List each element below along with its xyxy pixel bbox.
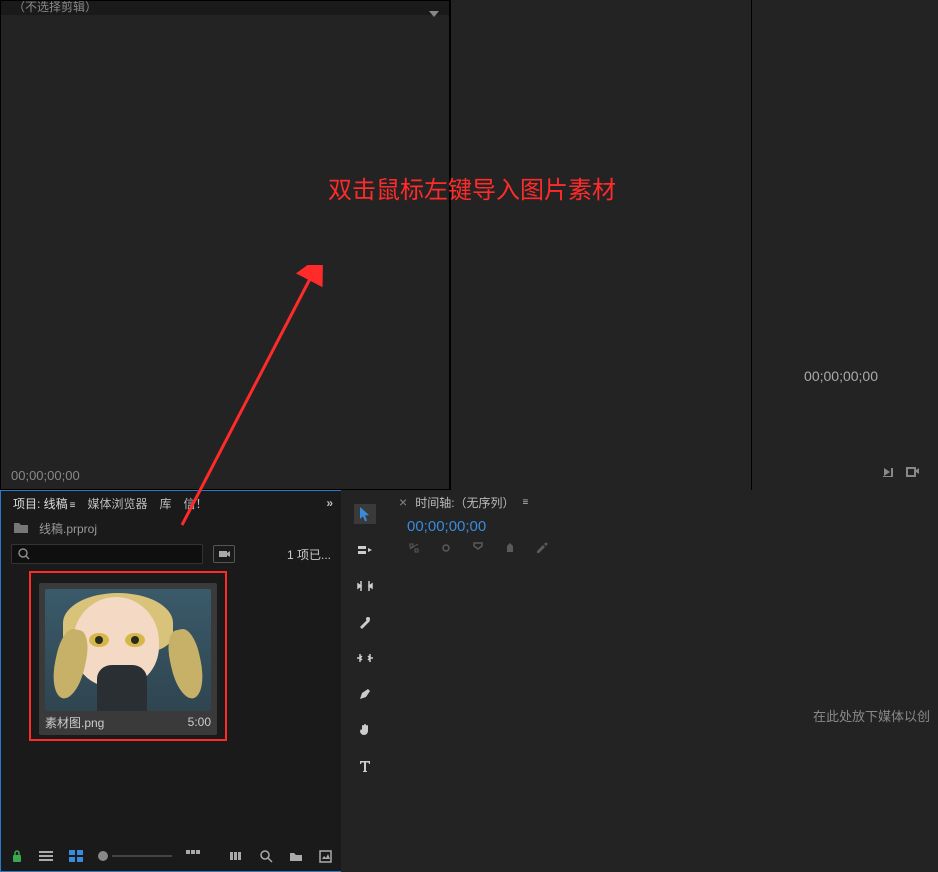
new-item-button[interactable] <box>318 847 334 865</box>
timeline-timecode[interactable]: 00;00;00;00 <box>389 518 938 535</box>
annotation-instruction-text: 双击鼠标左键导入图片素材 <box>328 170 616 205</box>
project-file-icon <box>13 520 29 537</box>
timeline-toolbar <box>389 535 938 558</box>
lock-icon[interactable] <box>9 847 25 865</box>
project-clip-duration: 5:00 <box>188 715 211 729</box>
program-monitor-timecode: 00;00;00;00 <box>804 368 878 384</box>
hand-tool[interactable] <box>354 720 376 740</box>
project-clip-thumbnail[interactable] <box>45 589 211 711</box>
project-filter-bin-button[interactable] <box>213 545 235 563</box>
tab-info[interactable]: 信！ <box>180 493 212 514</box>
selection-tool[interactable] <box>354 504 376 524</box>
timeline-drop-hint[interactable]: 在此处放下媒体以创 <box>389 558 938 872</box>
add-marker-icon[interactable] <box>471 541 485 558</box>
track-select-tool[interactable] <box>354 540 376 560</box>
search-icon <box>18 548 30 560</box>
tool-palette <box>341 490 389 872</box>
program-monitor-panel: 00;00;00;00 <box>450 0 938 490</box>
razor-tool[interactable] <box>354 612 376 632</box>
export-frame-icon[interactable] <box>904 465 920 482</box>
project-tab-bar: 项目: 线稿≡ 媒体浏览器 库 信！ » <box>1 491 341 515</box>
type-tool[interactable] <box>354 756 376 776</box>
project-clip-name: 素材图.png <box>45 714 104 731</box>
project-search-input[interactable] <box>34 547 196 561</box>
new-bin-button[interactable] <box>288 847 304 865</box>
source-monitor-view[interactable] <box>1 15 449 461</box>
project-tabs-overflow[interactable]: » <box>326 496 333 510</box>
timeline-settings-icon[interactable] <box>535 541 549 558</box>
timeline-panel: × 时间轴:（无序列） ≡ 00;00;00;00 在此处放下媒体以创 <box>389 490 938 872</box>
timeline-close-button[interactable]: × <box>399 494 407 510</box>
list-view-button[interactable] <box>39 847 55 865</box>
source-monitor-panel: （不选择剪辑） 00;00;00;00 <box>0 0 450 490</box>
pen-tool[interactable] <box>354 684 376 704</box>
timeline-title: 时间轴:（无序列） <box>415 494 514 511</box>
find-button[interactable] <box>259 847 275 865</box>
project-item-count: 1 项已... <box>287 546 331 563</box>
project-zoom-slider[interactable] <box>98 851 172 861</box>
project-footer-bar <box>1 841 341 871</box>
ripple-edit-tool[interactable] <box>354 576 376 596</box>
freeform-view-button[interactable] <box>186 847 202 865</box>
automate-to-sequence-icon[interactable] <box>229 847 245 865</box>
linked-selection-icon[interactable] <box>439 541 453 558</box>
snap-icon[interactable] <box>407 541 421 558</box>
project-file-row: 线稿.prproj <box>1 515 341 541</box>
program-monitor-divider <box>751 0 752 490</box>
project-file-name: 线稿.prproj <box>39 520 97 537</box>
tab-library[interactable]: 库 <box>156 493 176 514</box>
annotation-selected-box: 素材图.png 5:00 <box>29 571 227 741</box>
project-search-field[interactable] <box>11 544 203 564</box>
tab-project[interactable]: 项目: 线稿≡ <box>9 493 80 514</box>
marker-icon[interactable] <box>503 541 517 558</box>
tab-media-browser[interactable]: 媒体浏览器 <box>84 493 152 514</box>
project-bin-area[interactable]: 素材图.png 5:00 <box>1 567 341 841</box>
source-monitor-header: （不选择剪辑） <box>1 1 449 15</box>
icon-view-button[interactable] <box>68 847 84 865</box>
insert-icon[interactable] <box>882 465 898 482</box>
source-monitor-timecode: 00;00;00;00 <box>11 468 80 483</box>
project-clip-item[interactable]: 素材图.png 5:00 <box>39 583 217 735</box>
slip-tool[interactable] <box>354 648 376 668</box>
project-panel: 项目: 线稿≡ 媒体浏览器 库 信！ » 线稿.prproj 1 项已... <box>0 490 341 872</box>
